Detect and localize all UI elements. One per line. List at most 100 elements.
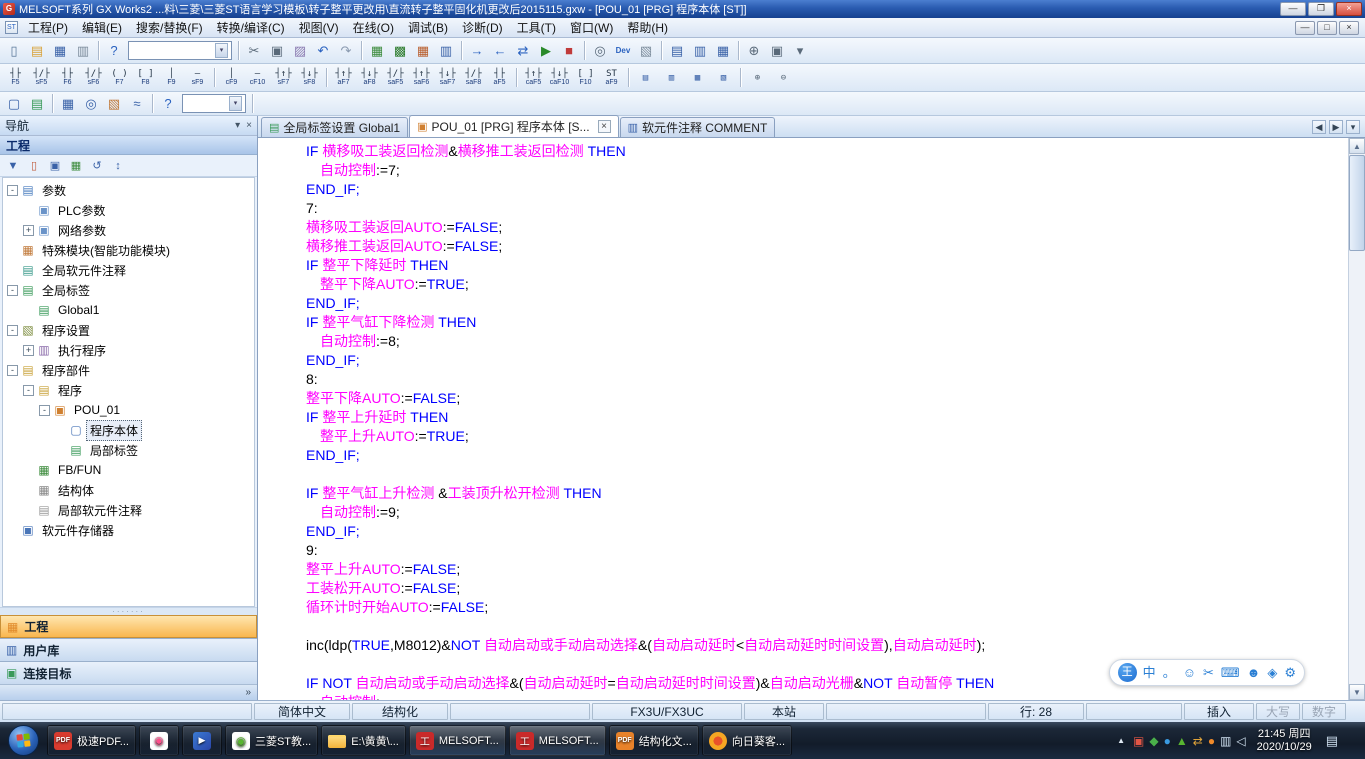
ladder-delete-vertical-icon[interactable]: │cF9 — [219, 65, 244, 90]
taskbar-app-sunlogin[interactable]: 向日葵客... — [702, 725, 792, 756]
ladder-operation-result-invert-icon[interactable]: ┤∕├saF8 — [461, 65, 486, 90]
tree-item-fb-fun[interactable]: ▦FB/FUN — [3, 460, 254, 480]
ime-lang-icon[interactable]: 中 — [1143, 666, 1156, 679]
tree-item-program-body[interactable]: ▢程序本体 — [3, 420, 254, 440]
scroll-down-icon[interactable]: ▼ — [1349, 684, 1365, 700]
display-zoom-in-icon[interactable]: ⊕ — [745, 65, 770, 90]
read-from-plc-icon[interactable]: ← — [489, 40, 511, 62]
ladder-falling-pulse-icon[interactable]: ┤↓├caF10 — [547, 65, 572, 90]
minimize-button[interactable]: — — [1280, 2, 1306, 16]
mdi-minimize-button[interactable]: — — [1295, 21, 1315, 35]
redo-icon[interactable]: ↷ — [335, 40, 357, 62]
tree-expander-pou-01[interactable]: - — [39, 405, 50, 416]
ladder-open-branch-icon[interactable]: ┤├F6 — [55, 65, 80, 90]
watch-window-icon[interactable]: ◎ — [80, 93, 102, 115]
convert-all-icon[interactable]: ▩ — [389, 40, 411, 62]
tab-scroll-right-icon[interactable]: ▶ — [1329, 120, 1343, 134]
show-hidden-icons-button[interactable]: ▲ — [1114, 736, 1128, 745]
tab-pou01-program-body[interactable]: ▣POU_01 [PRG] 程序本体 [S...× — [409, 115, 618, 137]
tab-close-icon[interactable]: × — [598, 120, 611, 133]
monitor-stop-icon[interactable]: ■ — [558, 40, 580, 62]
scroll-up-icon[interactable]: ▲ — [1349, 138, 1365, 154]
nav-refresh-icon[interactable]: ↺ — [88, 157, 106, 175]
sampling-trace-icon[interactable]: ≈ — [126, 93, 148, 115]
tray-cloud-icon[interactable]: ● — [1164, 735, 1171, 747]
tray-shield-icon[interactable]: ▲ — [1176, 735, 1188, 747]
tab-scroll-left-icon[interactable]: ◀ — [1312, 120, 1326, 134]
taskbar-app-melsoft-1[interactable]: 工MELSOFT... — [409, 725, 506, 756]
ladder-inline-st-icon[interactable]: STaF9 — [599, 65, 624, 90]
label-setting-icon[interactable]: ▤ — [26, 93, 48, 115]
ladder-function-block-icon[interactable]: [ ]F10 — [573, 65, 598, 90]
monitor-start-icon[interactable]: ▶ — [535, 40, 557, 62]
ladder-coil-icon[interactable]: ( )F7 — [107, 65, 132, 90]
ladder-pulse-rising-close-icon[interactable]: ┤↑├saF6 — [409, 65, 434, 90]
st-help-icon[interactable]: ? — [157, 93, 179, 115]
undo-icon[interactable]: ↶ — [312, 40, 334, 62]
ladder-horizontal-line-icon[interactable]: —sF9 — [185, 65, 210, 90]
ime-avatar[interactable]: 王 — [1118, 663, 1137, 682]
tree-item-pou-01[interactable]: -▣POU_01 — [3, 400, 254, 420]
tree-expander-parameter[interactable]: - — [7, 185, 18, 196]
note-display-icon[interactable]: ▦ — [712, 40, 734, 62]
tray-volume-icon[interactable]: ◁ — [1236, 735, 1245, 747]
tab-device-comment[interactable]: ▥软元件注释 COMMENT — [620, 117, 776, 137]
ladder-pulse-rising-icon[interactable]: ┤↑├sF7 — [271, 65, 296, 90]
nav-data-security-icon[interactable]: ▦ — [67, 157, 85, 175]
taskbar-app-melsoft-2[interactable]: 工MELSOFT... — [509, 725, 606, 756]
tab-list-icon[interactable]: ▾ — [1346, 120, 1360, 134]
ladder-close-branch-icon[interactable]: ┤∕├sF6 — [81, 65, 106, 90]
save-icon[interactable]: ▦ — [49, 40, 71, 62]
menu-item-0[interactable]: 工程(P) — [21, 17, 75, 38]
menu-item-2[interactable]: 搜索/替换(F) — [129, 17, 210, 38]
tree-expander-network-parameter[interactable]: + — [23, 225, 34, 236]
ime-person-icon[interactable]: ☻ — [1247, 666, 1261, 679]
copy-icon[interactable]: ▣ — [266, 40, 288, 62]
ime-settings-icon[interactable]: ⚙ — [1284, 666, 1296, 679]
convert-icon[interactable]: ▦ — [366, 40, 388, 62]
tray-messenger-icon[interactable]: ◆ — [1149, 735, 1158, 747]
comment-display-icon[interactable]: ▤ — [666, 40, 688, 62]
intelligent-function-icon[interactable]: ▧ — [103, 93, 125, 115]
view-button-project[interactable]: ▦工程 — [0, 615, 257, 638]
tree-item-program-setting[interactable]: -▧程序设置 — [3, 320, 254, 340]
ladder-parallel-branch-icon[interactable]: ┤├aF5 — [487, 65, 512, 90]
menu-item-6[interactable]: 调试(B) — [401, 17, 455, 38]
menu-item-10[interactable]: 帮助(H) — [620, 17, 675, 38]
view-button-connection-destination[interactable]: ▣连接目标 — [0, 661, 257, 684]
tree-item-local-label[interactable]: ▤局部标签 — [3, 440, 254, 460]
tree-expander-execution-program[interactable]: + — [23, 345, 34, 356]
taskbar-app-media-player[interactable]: ▶ — [182, 725, 222, 756]
keyword-combobox[interactable]: ▾ — [182, 94, 246, 113]
tree-item-program-parts[interactable]: -▤程序部件 — [3, 360, 254, 380]
taskbar-app-structured-doc[interactable]: PDF结构化文... — [609, 725, 699, 756]
statement-display-icon[interactable]: ▥ — [689, 40, 711, 62]
tree-expander-global-label[interactable]: - — [7, 285, 18, 296]
tree-item-parameter[interactable]: -▤参数 — [3, 180, 254, 200]
tree-expander-program-parts[interactable]: - — [7, 365, 18, 376]
tree-item-device-memory[interactable]: ▣软元件存储器 — [3, 520, 254, 540]
scroll-thumb[interactable] — [1349, 155, 1365, 251]
tree-item-network-parameter[interactable]: +▣网络参数 — [3, 220, 254, 240]
ladder-invert-operation-icon[interactable]: ┤∕├saF5 — [383, 65, 408, 90]
tree-item-global-label[interactable]: -▤全局标签 — [3, 280, 254, 300]
ladder-delete-horizontal-icon[interactable]: —cF10 — [245, 65, 270, 90]
ladder-pulse-close-branch-icon[interactable]: ┤↓├aF8 — [357, 65, 382, 90]
paste-icon[interactable]: ▨ — [289, 40, 311, 62]
program-select-combobox[interactable]: ▾ — [128, 41, 232, 60]
restore-button[interactable]: ❐ — [1308, 2, 1334, 16]
edit-declaration-icon[interactable]: ▧ — [711, 65, 736, 90]
program-check-icon[interactable]: ▥ — [435, 40, 457, 62]
ime-keyboard-icon[interactable]: ⌨ — [1221, 666, 1240, 679]
cut-icon[interactable]: ✂ — [243, 40, 265, 62]
mdi-close-button[interactable]: × — [1339, 21, 1359, 35]
ime-cut-icon[interactable]: ✂ — [1203, 666, 1214, 679]
tray-network-icon[interactable]: ▥ — [1220, 735, 1231, 747]
print-icon[interactable]: ▥ — [72, 40, 94, 62]
ladder-pulse-falling-icon[interactable]: ┤↓├sF8 — [297, 65, 322, 90]
verify-plc-icon[interactable]: ⇄ — [512, 40, 534, 62]
view-button-user-library[interactable]: ▥用户库 — [0, 638, 257, 661]
tray-sunlogin-icon[interactable]: ● — [1208, 735, 1215, 747]
menu-item-1[interactable]: 编辑(E) — [75, 17, 129, 38]
menu-item-8[interactable]: 工具(T) — [510, 17, 563, 38]
